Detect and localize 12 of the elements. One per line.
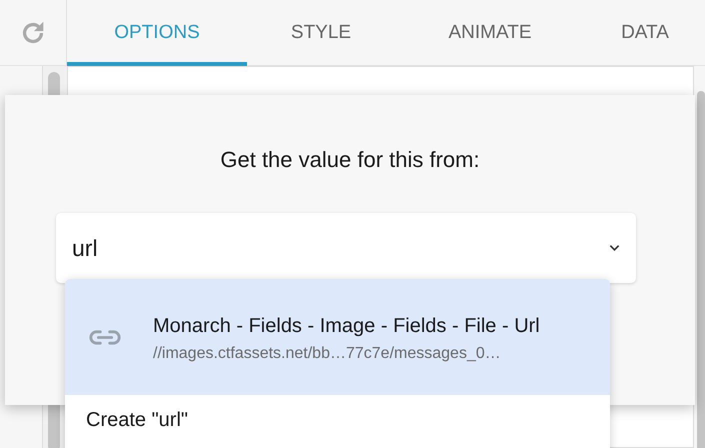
tab[interactable]: DATA [585,0,705,66]
option-title: Monarch - Fields - Image - Fields - File - Url [153,314,541,338]
link-icon [88,328,122,346]
chevron-down-icon [609,244,620,252]
menu-option[interactable]: Monarch - Fields - Image - Fields - File - Url //images.ctfassets.net/bb…77c7e/messages_0… [65,279,610,395]
option-url: //images.ctfassets.net/bb…77c7e/messages_0… [153,344,502,362]
source-select[interactable]: url [56,213,636,283]
scrollbar-thumb[interactable] [697,91,705,448]
popover-title: Get the value for this from: [219,147,481,173]
tab[interactable]: STYLE [247,0,395,66]
menu-option[interactable]: Create "url" [65,395,610,445]
tab[interactable]: ANIMATE [395,0,585,66]
